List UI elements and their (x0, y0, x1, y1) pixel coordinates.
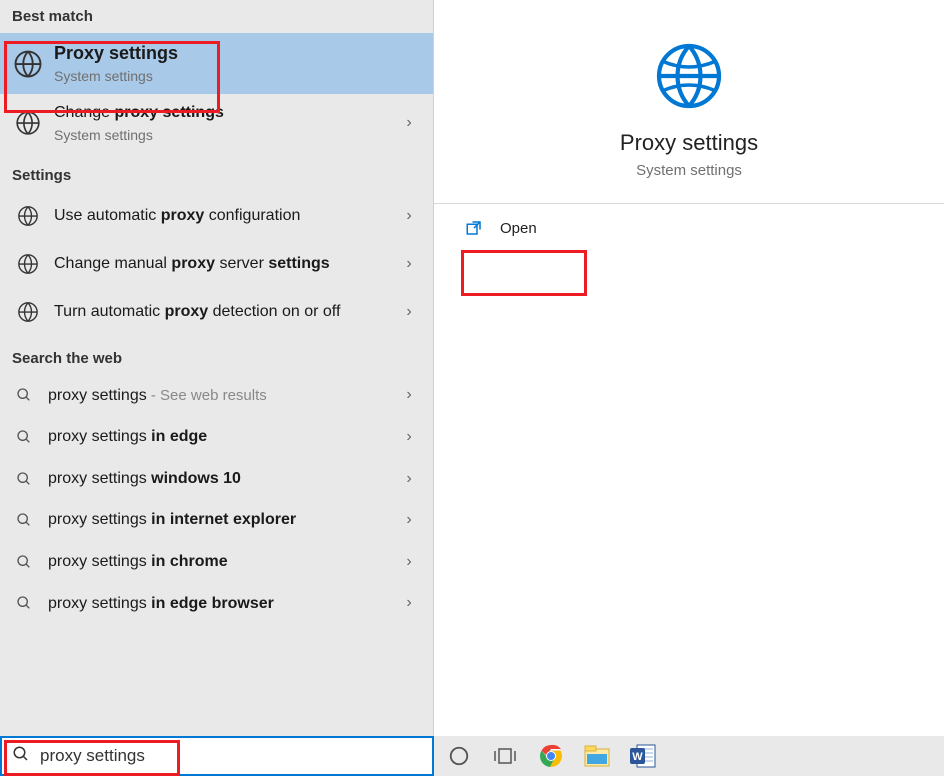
web-result-4[interactable]: proxy settings in chrome › (0, 541, 433, 583)
globe-icon (653, 40, 725, 112)
globe-icon (12, 48, 44, 80)
web-result-3[interactable]: proxy settings in internet explorer › (0, 499, 433, 541)
chevron-right-icon[interactable]: › (395, 594, 423, 612)
open-action[interactable]: Open (434, 204, 944, 252)
web-result-1[interactable]: proxy settings in edge › (0, 416, 433, 458)
chevron-right-icon[interactable]: › (395, 386, 423, 404)
search-icon (14, 552, 34, 572)
result-title: proxy settings in edge browser (48, 593, 395, 615)
svg-text:W: W (632, 751, 643, 763)
result-change-proxy[interactable]: Change proxy settings System settings › (0, 94, 433, 152)
open-icon (464, 218, 484, 238)
result-title: proxy settings in internet explorer (48, 509, 395, 531)
preview-panel: Proxy settings System settings Open (434, 0, 944, 736)
result-settings-0[interactable]: Use automatic proxy configuration › (0, 192, 433, 240)
search-icon (12, 745, 30, 768)
chrome-icon[interactable] (538, 743, 564, 769)
preview-hero: Proxy settings System settings (434, 0, 944, 204)
search-results-panel: Best match Proxy settings System setting… (0, 0, 434, 736)
cortana-icon[interactable] (446, 743, 472, 769)
chevron-right-icon[interactable]: › (395, 207, 423, 225)
taskbar: W (434, 736, 944, 776)
preview-subtitle: System settings (454, 162, 924, 179)
chevron-right-icon[interactable]: › (395, 303, 423, 321)
search-bar[interactable] (0, 736, 434, 776)
task-view-icon[interactable] (492, 743, 518, 769)
result-title: Change proxy settings (54, 102, 395, 124)
section-settings: Settings (0, 153, 433, 192)
result-title: proxy settings in edge (48, 426, 395, 448)
result-best-match[interactable]: Proxy settings System settings (0, 33, 433, 94)
result-subtitle: System settings (54, 67, 423, 86)
result-title: proxy settings - See web results (48, 385, 395, 407)
explorer-icon[interactable] (584, 743, 610, 769)
result-title: Proxy settings (54, 41, 423, 65)
globe-icon (12, 200, 44, 232)
chevron-right-icon[interactable]: › (395, 114, 423, 132)
search-icon (14, 427, 34, 447)
web-result-2[interactable]: proxy settings windows 10 › (0, 458, 433, 500)
search-icon (14, 510, 34, 530)
globe-icon (12, 248, 44, 280)
section-search-web: Search the web (0, 336, 433, 375)
result-subtitle: System settings (54, 126, 395, 145)
globe-icon (12, 107, 44, 139)
web-result-0[interactable]: proxy settings - See web results › (0, 375, 433, 417)
chevron-right-icon[interactable]: › (395, 470, 423, 488)
chevron-right-icon[interactable]: › (395, 428, 423, 446)
result-settings-1[interactable]: Change manual proxy server settings › (0, 240, 433, 288)
chevron-right-icon[interactable]: › (395, 553, 423, 571)
word-icon[interactable]: W (630, 743, 656, 769)
result-title: Turn automatic proxy detection on or off (54, 301, 354, 323)
result-settings-2[interactable]: Turn automatic proxy detection on or off… (0, 288, 433, 336)
search-icon (14, 593, 34, 613)
result-title: Use automatic proxy configuration (54, 205, 395, 227)
globe-icon (12, 296, 44, 328)
web-result-5[interactable]: proxy settings in edge browser › (0, 583, 433, 625)
search-icon (14, 469, 34, 489)
preview-title: Proxy settings (454, 130, 924, 156)
search-input[interactable] (40, 746, 422, 766)
result-title: proxy settings windows 10 (48, 468, 395, 490)
chevron-right-icon[interactable]: › (395, 511, 423, 529)
search-icon (14, 385, 34, 405)
result-title: Change manual proxy server settings (54, 253, 395, 275)
open-label: Open (500, 220, 537, 237)
section-best-match: Best match (0, 0, 433, 33)
chevron-right-icon[interactable]: › (395, 255, 423, 273)
result-title: proxy settings in chrome (48, 551, 395, 573)
